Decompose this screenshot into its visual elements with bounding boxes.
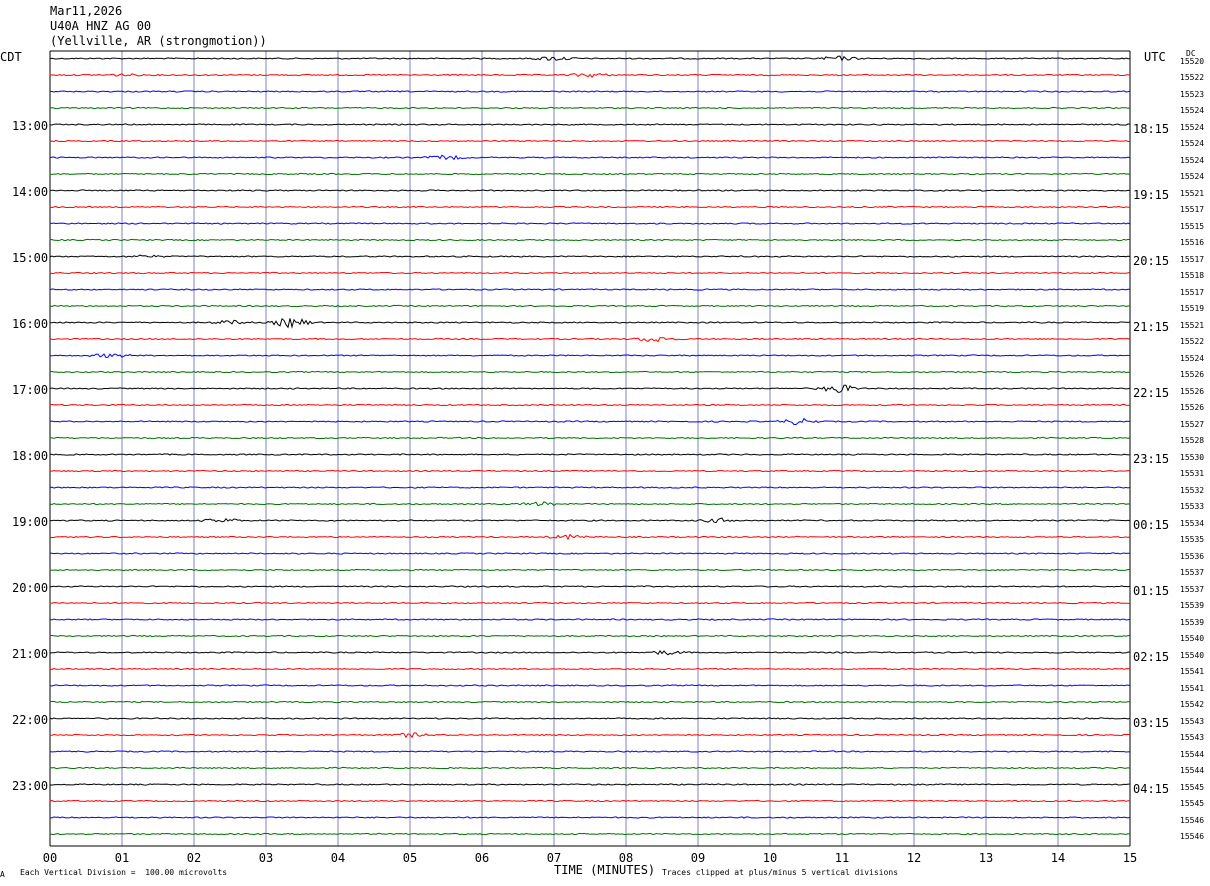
trace-17 <box>49 337 1131 343</box>
scale-note: Each Vertical Division = 100.00 microvol… <box>20 868 228 877</box>
trace-2 <box>49 90 1131 93</box>
trace-35 <box>49 634 1131 638</box>
seismic-traces <box>49 55 1131 836</box>
x-tick-09: 09 <box>691 851 705 865</box>
trace-38 <box>49 684 1131 687</box>
trace-25 <box>49 469 1131 473</box>
x-tick-15: 15 <box>1123 851 1137 865</box>
trace-12 <box>49 254 1131 258</box>
trace-22 <box>49 417 1131 425</box>
trace-40 <box>49 717 1131 720</box>
x-tick-14: 14 <box>1051 851 1065 865</box>
trace-3 <box>49 106 1131 110</box>
x-tick-01: 01 <box>115 851 129 865</box>
x-axis-title: TIME (MINUTES) <box>554 863 656 877</box>
trace-18 <box>49 353 1131 359</box>
trace-10 <box>49 222 1131 225</box>
trace-29 <box>49 533 1131 541</box>
x-tick-12: 12 <box>907 851 921 865</box>
trace-34 <box>49 618 1131 621</box>
trace-28 <box>49 517 1131 524</box>
trace-41 <box>49 732 1130 739</box>
trace-9 <box>49 205 1130 209</box>
trace-19 <box>49 370 1131 374</box>
clip-note: Traces clipped at plus/minus 5 vertical … <box>662 868 899 877</box>
x-tick-11: 11 <box>835 851 849 865</box>
trace-23 <box>49 436 1131 440</box>
trace-24 <box>49 453 1131 456</box>
trace-47 <box>49 832 1130 836</box>
trace-20 <box>49 384 1131 393</box>
trace-16 <box>49 317 1131 329</box>
x-tick-02: 02 <box>187 851 201 865</box>
trace-13 <box>49 271 1131 275</box>
trace-42 <box>49 750 1131 753</box>
x-tick-04: 04 <box>331 851 345 865</box>
x-tick-13: 13 <box>979 851 993 865</box>
trace-1 <box>49 73 1131 79</box>
trace-27 <box>49 501 1131 507</box>
trace-5 <box>49 139 1130 143</box>
trace-30 <box>49 552 1131 555</box>
trace-6 <box>49 154 1131 161</box>
trace-32 <box>49 585 1131 588</box>
trace-44 <box>49 783 1130 786</box>
trace-15 <box>49 304 1131 308</box>
trace-4 <box>49 123 1131 126</box>
x-tick-03: 03 <box>259 851 273 865</box>
trace-21 <box>49 403 1131 407</box>
x-tick-00: 00 <box>43 851 57 865</box>
trace-36 <box>49 650 1131 656</box>
time-gridlines <box>49 50 1131 847</box>
trace-31 <box>49 568 1131 572</box>
trace-11 <box>49 238 1131 242</box>
trace-14 <box>49 288 1130 291</box>
corner-mark: A <box>0 870 5 879</box>
trace-37 <box>49 667 1131 671</box>
trace-43 <box>49 766 1131 770</box>
trace-26 <box>49 486 1131 489</box>
trace-45 <box>49 799 1131 803</box>
trace-46 <box>49 816 1131 819</box>
trace-33 <box>49 601 1131 605</box>
x-tick-06: 06 <box>475 851 489 865</box>
x-tick-05: 05 <box>403 851 417 865</box>
trace-0 <box>49 55 1131 62</box>
x-tick-10: 10 <box>763 851 777 865</box>
trace-7 <box>49 172 1131 176</box>
trace-8 <box>49 189 1131 192</box>
trace-39 <box>49 700 1130 704</box>
seismogram-plot: 00 01 02 03 04 05 06 07 08 09 10 11 12 13 14 15 <box>43 50 1137 865</box>
